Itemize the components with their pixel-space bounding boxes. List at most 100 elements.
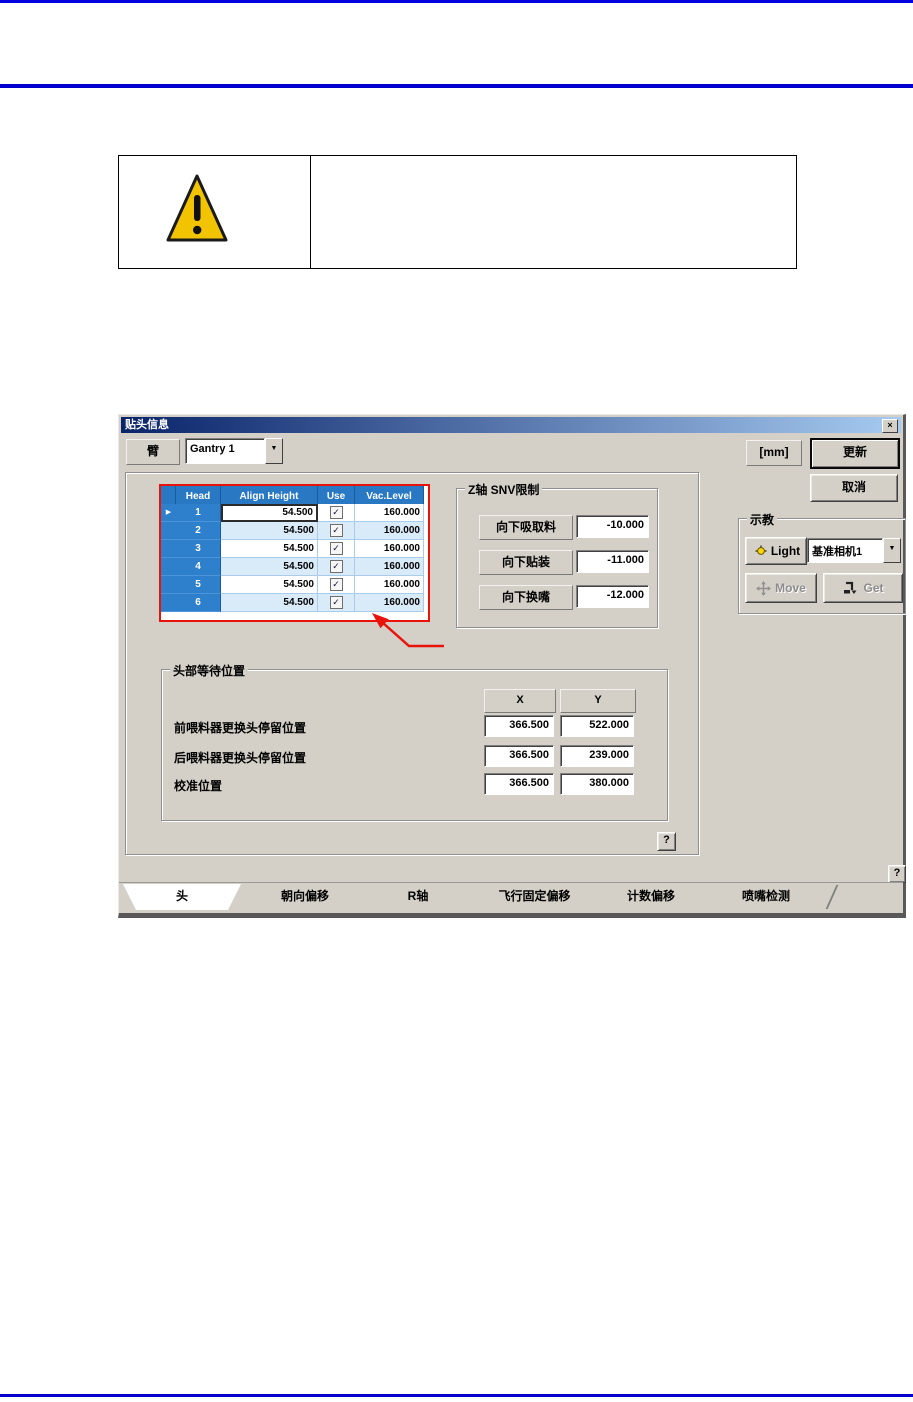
- head-number-cell[interactable]: 2: [176, 522, 221, 540]
- head-info-dialog: 贴头信息 × 臂 Gantry 1 ▼ [mm] 更新 取消 Head Alig…: [118, 414, 906, 918]
- units-label: [mm]: [746, 440, 802, 466]
- calibration-x-field[interactable]: 366.500: [484, 773, 554, 795]
- move-button[interactable]: Move: [745, 573, 817, 603]
- row-selector-cell: [161, 594, 176, 612]
- tab-nozzle-check[interactable]: 喷嘴检测: [709, 884, 823, 910]
- snv-pick-label: 向下吸取料: [479, 515, 573, 540]
- checkbox-checked-icon[interactable]: ✓: [329, 578, 343, 591]
- get-tool-icon: [844, 581, 857, 594]
- row-selector-cell: [161, 522, 176, 540]
- column-header-y: Y: [560, 689, 636, 713]
- align-height-cell[interactable]: 54.500: [221, 576, 318, 594]
- page-top-rule: [0, 0, 913, 3]
- dialog-title: 贴头信息: [125, 419, 169, 431]
- vac-level-cell[interactable]: 160.000: [355, 504, 424, 522]
- vac-level-cell[interactable]: 160.000: [355, 540, 424, 558]
- warning-triangle-icon: [166, 174, 228, 242]
- teach-group: 示教 Light 基准相机1 ▼ Move Get: [738, 511, 906, 614]
- document-page: 贴头信息 × 臂 Gantry 1 ▼ [mm] 更新 取消 Head Alig…: [0, 0, 913, 1402]
- rear-feeder-y-field[interactable]: 239.000: [560, 745, 634, 767]
- warning-icon-cell: [119, 156, 311, 268]
- checkbox-checked-icon[interactable]: ✓: [329, 524, 343, 537]
- light-button[interactable]: Light: [745, 537, 807, 565]
- vac-level-cell[interactable]: 160.000: [355, 558, 424, 576]
- head-wait-group-title: 头部等待位置: [170, 662, 249, 679]
- light-button-label: Light: [770, 544, 801, 558]
- use-cell[interactable]: ✓: [318, 558, 355, 576]
- page-footer-rule: [0, 1394, 913, 1397]
- help-button[interactable]: ?: [657, 832, 676, 851]
- close-icon[interactable]: ×: [882, 419, 898, 433]
- snv-nozzle-value[interactable]: -12.000: [576, 585, 649, 608]
- use-cell[interactable]: ✓: [318, 576, 355, 594]
- main-panel: Head Align Height Use Vac.Level ▶ 1 54.5…: [125, 472, 699, 855]
- head-number-cell[interactable]: 5: [176, 576, 221, 594]
- help-button-dialog[interactable]: ?: [888, 865, 906, 883]
- vac-level-cell[interactable]: 160.000: [355, 576, 424, 594]
- use-cell[interactable]: ✓: [318, 594, 355, 612]
- get-button[interactable]: Get: [823, 573, 903, 603]
- tab-flight-fixed-offset[interactable]: 飞行固定偏移: [476, 884, 593, 910]
- checkbox-checked-icon[interactable]: ✓: [329, 560, 343, 573]
- calibration-y-field[interactable]: 380.000: [560, 773, 634, 795]
- get-button-label: Get: [863, 581, 884, 595]
- tab-head[interactable]: 头: [123, 884, 241, 910]
- align-height-cell[interactable]: 54.500: [221, 540, 318, 558]
- row-selector-cell: [161, 558, 176, 576]
- annotation-arrow: [372, 613, 444, 648]
- front-feeder-y-field[interactable]: 522.000: [560, 715, 634, 737]
- use-cell[interactable]: ✓: [318, 504, 355, 522]
- use-cell[interactable]: ✓: [318, 522, 355, 540]
- camera-select-value: 基准相机1: [807, 538, 883, 563]
- chevron-down-icon[interactable]: ▼: [883, 538, 901, 563]
- head-number-cell[interactable]: 4: [176, 558, 221, 576]
- column-header-x: X: [484, 689, 556, 713]
- cancel-button[interactable]: 取消: [810, 474, 898, 502]
- front-feeder-position-label: 前喂料器更换头停留位置: [174, 721, 307, 735]
- warning-text-cell: [311, 156, 796, 268]
- align-height-cell[interactable]: 54.500: [221, 522, 318, 540]
- page-header-rule: [0, 84, 913, 88]
- tab-strip: 头 朝向偏移 R轴 飞行固定偏移 计数偏移 喷嘴检测: [119, 882, 903, 913]
- z-snv-group: Z轴 SNV限制 向下吸取料 -10.000 向下贴装 -11.000 向下换嘴…: [456, 481, 658, 628]
- camera-select[interactable]: 基准相机1 ▼: [807, 538, 901, 563]
- snv-place-value[interactable]: -11.000: [576, 550, 649, 573]
- light-bulb-icon: [755, 545, 767, 555]
- z-snv-group-title: Z轴 SNV限制: [465, 481, 543, 498]
- align-height-cell[interactable]: 54.500: [221, 504, 318, 522]
- tab-r-axis[interactable]: R轴: [362, 884, 474, 910]
- gantry-select[interactable]: Gantry 1 ▼: [185, 438, 283, 464]
- head-table-annotation-border: Head Align Height Use Vac.Level ▶ 1 54.5…: [159, 484, 430, 622]
- move-button-label: Move: [775, 581, 806, 595]
- tab-orientation-offset[interactable]: 朝向偏移: [250, 884, 360, 910]
- gantry-select-value: Gantry 1: [185, 438, 265, 464]
- align-height-cell[interactable]: 54.500: [221, 558, 318, 576]
- align-height-cell[interactable]: 54.500: [221, 594, 318, 612]
- checkbox-checked-icon[interactable]: ✓: [329, 596, 343, 609]
- snv-pick-value[interactable]: -10.000: [576, 515, 649, 538]
- chevron-down-icon[interactable]: ▼: [265, 438, 283, 464]
- snv-place-label: 向下贴装: [479, 550, 573, 575]
- warning-callout-box: [118, 155, 797, 269]
- arm-label: 臂: [126, 439, 180, 465]
- checkbox-checked-icon[interactable]: ✓: [329, 506, 343, 519]
- front-feeder-x-field[interactable]: 366.500: [484, 715, 554, 737]
- head-number-cell[interactable]: 3: [176, 540, 221, 558]
- head-number-cell[interactable]: 6: [176, 594, 221, 612]
- checkbox-checked-icon[interactable]: ✓: [329, 542, 343, 555]
- head-table: Head Align Height Use Vac.Level ▶ 1 54.5…: [161, 486, 424, 612]
- use-cell[interactable]: ✓: [318, 540, 355, 558]
- calibration-position-label: 校准位置: [174, 779, 223, 793]
- head-number-cell[interactable]: 1: [176, 504, 221, 522]
- tab-strip-end-divider: [825, 885, 839, 909]
- row-selector-icon: ▶: [161, 504, 176, 522]
- update-button[interactable]: 更新: [810, 438, 900, 469]
- rear-feeder-position-label: 后喂料器更换头停留位置: [174, 751, 307, 765]
- vac-level-cell[interactable]: 160.000: [355, 522, 424, 540]
- snv-nozzle-label: 向下换嘴: [479, 585, 573, 610]
- dialog-titlebar: 贴头信息 ×: [121, 417, 901, 433]
- row-selector-cell: [161, 576, 176, 594]
- move-cross-icon: [756, 580, 772, 596]
- tab-count-offset[interactable]: 计数偏移: [595, 884, 707, 910]
- rear-feeder-x-field[interactable]: 366.500: [484, 745, 554, 767]
